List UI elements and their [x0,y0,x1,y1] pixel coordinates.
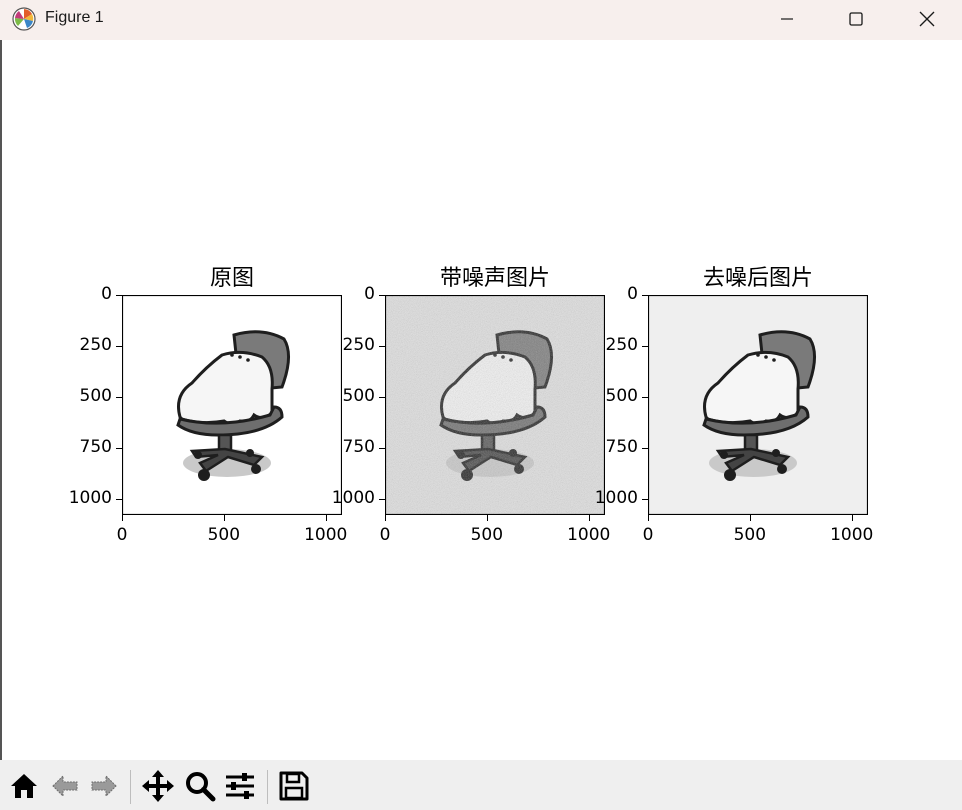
axes-image [384,294,606,516]
save-floppy-icon [279,771,309,801]
y-tick-mark [379,295,385,296]
y-tick-mark [379,396,385,398]
y-tick-label: 750 [79,436,112,457]
x-tick-mark [588,515,590,521]
figure-canvas[interactable]: 原图 0 250 500 750 1000 0 500 1000 带噪声图片 0 250 500 750 1… [2,40,960,760]
window-title: Figure 1 [45,9,104,26]
x-tick-label: 0 [379,525,391,545]
x-tick-mark [486,515,488,521]
y-tick-mark [116,498,122,500]
y-tick-label: 250 [79,334,112,355]
axes-panel-2[interactable] [384,294,606,516]
y-tick-label: 500 [342,385,375,406]
x-tick-label: 0 [642,525,654,545]
axes-title: 带噪声图片 [439,266,550,291]
y-tick-label: 250 [342,334,375,355]
x-tick-label: 1000 [567,525,611,545]
configure-subplots-icon [226,773,254,799]
y-tick-mark [642,295,648,296]
home-button[interactable] [6,768,42,804]
y-tick-label: 250 [605,334,638,355]
y-tick-mark [116,295,122,296]
home-icon [11,774,37,798]
y-tick-label: 500 [605,385,638,406]
pan-move-icon [142,770,174,802]
x-tick-mark [325,515,327,521]
x-tick-label: 500 [207,525,241,545]
x-tick-mark [851,515,853,521]
matplotlib-icon [12,7,36,31]
close-button[interactable] [904,0,950,38]
y-tick-mark [642,396,648,398]
y-tick-mark [116,447,122,449]
y-tick-label: 0 [364,284,375,304]
toolbar-separator [130,770,131,804]
y-tick-mark [379,345,385,347]
x-tick-label: 500 [470,525,504,545]
axes-title: 去噪后图片 [702,266,813,291]
y-tick-mark [116,396,122,398]
y-tick-mark [379,447,385,449]
close-icon [919,11,935,27]
y-tick-label: 750 [605,436,638,457]
pan-button[interactable] [140,768,176,804]
axes-image [647,294,869,516]
window-titlebar: Figure 1 [0,0,962,40]
toolbar-separator [267,770,268,804]
x-tick-label: 1000 [304,525,348,545]
y-tick-label: 500 [79,385,112,406]
configure-subplots-button[interactable] [222,768,258,804]
x-tick-label: 500 [733,525,767,545]
x-tick-mark [385,515,386,521]
maximize-icon [849,12,863,26]
maximize-button[interactable] [833,0,879,38]
minimize-button[interactable] [764,0,810,38]
back-button[interactable] [47,768,83,804]
y-tick-label: 0 [101,284,112,304]
zoom-button[interactable] [182,768,218,804]
forward-button[interactable] [86,768,122,804]
back-arrow-icon [52,774,78,798]
zoom-magnifier-icon [186,772,216,802]
y-tick-label: 1000 [594,487,638,508]
y-tick-label: 1000 [68,487,112,508]
axes-title: 原图 [209,266,254,291]
x-tick-label: 1000 [830,525,874,545]
axes-image [121,294,343,516]
x-tick-mark [749,515,751,521]
x-tick-mark [648,515,649,521]
axes-panel-3[interactable] [647,294,869,516]
y-tick-mark [379,498,385,500]
y-tick-label: 1000 [331,487,375,508]
minimize-icon [781,18,793,20]
y-tick-mark [642,447,648,449]
y-tick-label: 750 [342,436,375,457]
y-tick-mark [116,345,122,347]
y-tick-mark [642,345,648,347]
x-tick-label: 0 [116,525,128,545]
save-button[interactable] [276,768,312,804]
x-tick-mark [223,515,225,521]
forward-arrow-icon [91,774,117,798]
navigation-toolbar [0,760,962,810]
y-tick-label: 0 [627,284,638,304]
x-tick-mark [122,515,123,521]
axes-panel-1[interactable] [121,294,343,516]
y-tick-mark [642,498,648,500]
